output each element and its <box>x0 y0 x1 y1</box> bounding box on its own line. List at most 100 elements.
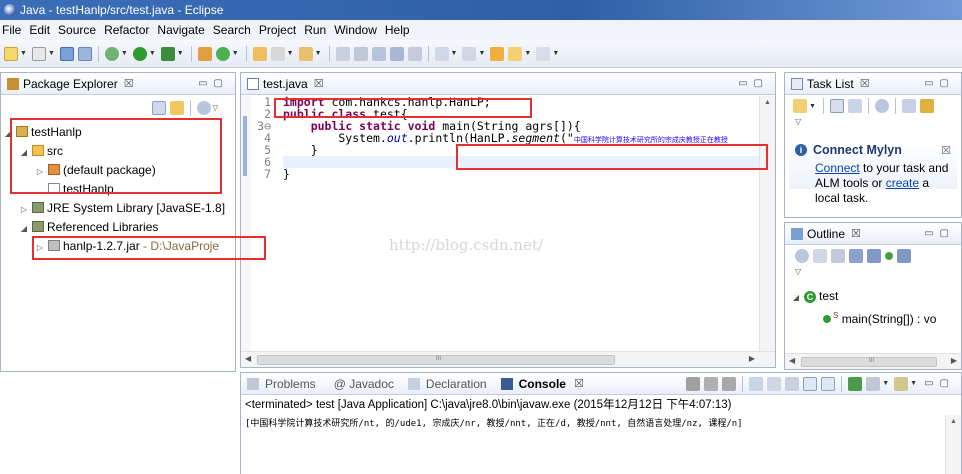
save-all-icon[interactable] <box>77 46 92 61</box>
view-menu-icon[interactable]: ▽ <box>785 117 961 131</box>
scroll-left-icon[interactable]: ◀ <box>789 356 795 365</box>
open-task-icon[interactable] <box>298 46 313 61</box>
new-java-project-icon[interactable] <box>197 46 212 61</box>
tab-declaration[interactable]: Declaration <box>426 377 487 391</box>
connect-link[interactable]: Connect <box>815 161 860 175</box>
last-edit-location-icon[interactable] <box>490 46 505 61</box>
menu-navigate[interactable]: Navigate <box>155 23 210 37</box>
open-console-icon[interactable] <box>894 376 909 391</box>
expanded-arrow-icon[interactable]: ◢ <box>19 219 29 238</box>
tree-item-jre-library[interactable]: ▷ JRE System Library [JavaSE-1.8] <box>1 199 235 218</box>
tab-problems[interactable]: Problems <box>265 377 316 391</box>
code-editor[interactable]: 1 2 3⊖ 4 5 6 7 import com.hankcs.hanlp.H… <box>241 96 775 351</box>
tab-console[interactable]: Console <box>519 377 566 391</box>
next-annotation-icon[interactable] <box>434 46 449 61</box>
remove-launch-icon[interactable] <box>704 376 719 391</box>
menu-source[interactable]: Source <box>56 23 102 37</box>
minimize-maximize-icons[interactable]: ▭▢ <box>924 378 955 389</box>
show-on-error-icon[interactable] <box>821 376 836 391</box>
view-menu-icon[interactable]: ▽ <box>213 104 218 112</box>
menu-project[interactable]: Project <box>257 23 302 37</box>
dropdown-arrow-icon[interactable]: ▼ <box>478 50 485 57</box>
close-icon[interactable]: ☒ <box>851 227 861 240</box>
console-vertical-scrollbar[interactable]: ▲ <box>945 415 961 474</box>
hide-completed-icon[interactable] <box>901 99 916 113</box>
hide-local-types-icon[interactable] <box>897 249 911 263</box>
code-text[interactable]: import com.hankcs.hanlp.HanLP; public cl… <box>283 96 759 351</box>
search-icon[interactable] <box>270 46 285 61</box>
synchronize-icon[interactable] <box>919 99 934 113</box>
editor-vertical-scrollbar[interactable]: ▲ <box>759 96 775 351</box>
dropdown-arrow-icon[interactable]: ▼ <box>149 50 156 57</box>
collapse-all-icon[interactable] <box>813 249 827 263</box>
create-link[interactable]: create <box>886 176 919 190</box>
console-output[interactable]: [中国科学院计算技术研究所/nt, 的/ude1, 宗成庆/nr, 教授/nnt… <box>241 415 961 433</box>
focus-icon[interactable] <box>874 99 889 113</box>
outline-tab[interactable]: Outline <box>807 227 845 241</box>
outline-method-main[interactable]: S main(String[]) : vo <box>785 306 961 326</box>
close-icon[interactable]: ☒ <box>314 77 324 90</box>
package-explorer-tab[interactable]: Package Explorer <box>23 77 118 91</box>
menu-search[interactable]: Search <box>211 23 257 37</box>
clear-console-icon[interactable] <box>749 376 764 391</box>
close-icon[interactable]: ☒ <box>124 77 134 90</box>
scroll-up-icon[interactable]: ▲ <box>946 418 961 425</box>
categorized-icon[interactable] <box>829 99 844 113</box>
pin-icon[interactable] <box>335 46 350 61</box>
open-type-icon[interactable] <box>252 46 267 61</box>
debug-icon[interactable] <box>104 46 119 61</box>
scroll-up-icon[interactable]: ▲ <box>760 99 775 106</box>
new-wizard-icon[interactable] <box>31 46 46 61</box>
focus-icon[interactable] <box>795 249 809 263</box>
view-menu-icon[interactable]: ▽ <box>785 267 961 281</box>
hide-non-public-icon[interactable] <box>885 252 893 260</box>
scroll-lock-icon[interactable] <box>767 376 782 391</box>
dropdown-arrow-icon[interactable]: ▼ <box>48 50 55 57</box>
dropdown-arrow-icon[interactable]: ▼ <box>882 380 889 387</box>
editor-horizontal-scrollbar[interactable]: ◀ ▶ <box>241 351 775 367</box>
toggle-mark-icon[interactable] <box>353 46 368 61</box>
new-icon[interactable] <box>4 46 18 61</box>
scroll-right-icon[interactable]: ▶ <box>951 356 957 365</box>
menu-file[interactable]: File <box>0 23 27 37</box>
word-wrap-icon[interactable] <box>785 376 800 391</box>
minimize-maximize-icons[interactable]: ▭▢ <box>924 228 955 239</box>
close-icon[interactable]: ☒ <box>941 144 951 157</box>
back-icon[interactable] <box>508 46 523 61</box>
editor-tab-test-java[interactable]: test.java <box>263 77 308 91</box>
show-whitespace-icon[interactable] <box>389 46 404 61</box>
terminate-icon[interactable] <box>686 376 701 391</box>
hide-static-icon[interactable] <box>867 249 881 263</box>
minimize-maximize-icons[interactable]: ▭▢ <box>738 78 769 89</box>
expanded-arrow-icon[interactable]: ◢ <box>791 288 801 307</box>
dropdown-arrow-icon[interactable]: ▼ <box>121 50 128 57</box>
dropdown-arrow-icon[interactable]: ▼ <box>177 50 184 57</box>
link-with-editor-icon[interactable] <box>169 101 184 115</box>
outline-class-test[interactable]: ◢ Ctest <box>785 287 961 306</box>
dropdown-arrow-icon[interactable]: ▼ <box>524 50 531 57</box>
tree-item-referenced-libraries[interactable]: ◢ Referenced Libraries <box>1 218 235 237</box>
previous-annotation-icon[interactable] <box>462 46 477 61</box>
minimize-maximize-icons[interactable]: ▭▢ <box>198 78 229 89</box>
scroll-right-icon[interactable]: ▶ <box>749 354 755 363</box>
dropdown-arrow-icon[interactable]: ▼ <box>20 50 27 57</box>
dropdown-arrow-icon[interactable]: ▼ <box>451 50 458 57</box>
focus-on-task-icon[interactable] <box>196 101 211 115</box>
close-icon[interactable]: ☒ <box>860 77 870 90</box>
menu-window[interactable]: Window <box>332 23 383 37</box>
outline-horizontal-scrollbar[interactable]: ◀ ▶ <box>785 353 961 369</box>
external-tools-icon[interactable] <box>160 46 175 61</box>
dropdown-arrow-icon[interactable]: ▼ <box>315 50 322 57</box>
menu-run[interactable]: Run <box>302 23 332 37</box>
sort-icon[interactable] <box>831 249 845 263</box>
block-selection-icon[interactable] <box>407 46 422 61</box>
toggle-breadcrumb-icon[interactable] <box>371 46 386 61</box>
show-on-output-icon[interactable] <box>803 376 818 391</box>
scheduled-icon[interactable] <box>847 99 862 113</box>
remove-all-icon[interactable] <box>722 376 737 391</box>
new-task-icon[interactable] <box>793 99 807 113</box>
forward-icon[interactable] <box>536 46 551 61</box>
display-console-icon[interactable] <box>866 376 881 391</box>
dropdown-arrow-icon[interactable]: ▼ <box>287 50 294 57</box>
collapse-all-icon[interactable] <box>151 101 166 115</box>
